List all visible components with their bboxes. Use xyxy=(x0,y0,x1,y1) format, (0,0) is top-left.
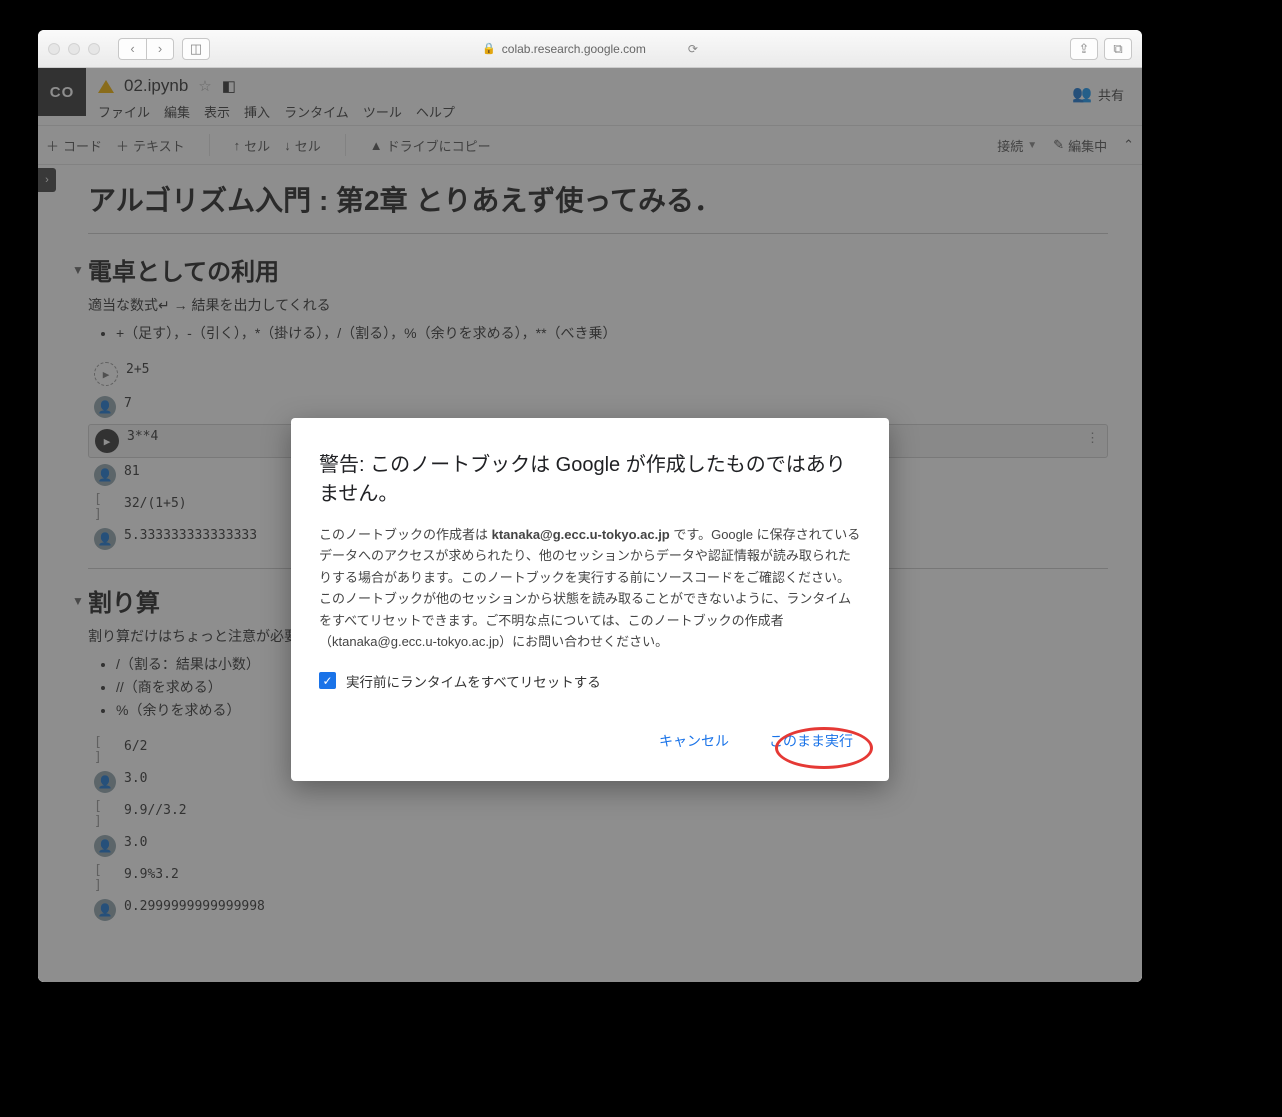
chevron-down-icon: ▼ xyxy=(72,263,84,277)
dialog-title: 警告: このノートブックは Google が作成したものではありません。 xyxy=(319,448,861,506)
move-icon[interactable]: ◧ xyxy=(222,77,236,95)
plus-icon: ＋ xyxy=(116,136,129,155)
reset-runtime-checkbox[interactable]: ✓ 実行前にランタイムをすべてリセットする xyxy=(319,671,861,691)
cancel-button[interactable]: キャンセル xyxy=(651,725,737,757)
user-icon: 👤 xyxy=(94,396,116,418)
add-text-button[interactable]: ＋テキスト xyxy=(116,134,185,156)
reload-icon[interactable]: ⟳ xyxy=(688,42,698,56)
operator-list: +（足す），-（引く），*（掛ける），/（割る），%（余りを求める），**（べき… xyxy=(116,323,1108,343)
collapse-header-button[interactable]: ⌃ xyxy=(1123,137,1134,153)
prompt-brackets: [ ] xyxy=(94,803,116,825)
editing-button[interactable]: ✎編集中 xyxy=(1053,136,1107,155)
menu-bar: ファイル 編集 表示 挿入 ランタイム ツール ヘルプ xyxy=(98,102,455,121)
people-icon: 👥 xyxy=(1072,84,1092,104)
prompt-brackets: [ ] xyxy=(94,496,116,518)
arrow-down-icon: ↓ xyxy=(284,138,291,153)
add-code-button[interactable]: ＋コード xyxy=(46,134,102,156)
prompt-brackets: [ ] xyxy=(94,867,116,889)
chevron-up-icon: ⌃ xyxy=(1123,137,1134,153)
menu-view[interactable]: 表示 xyxy=(204,102,230,121)
back-button[interactable]: ‹ xyxy=(118,38,146,60)
copy-to-drive-button[interactable]: ▲ドライブにコピー xyxy=(370,134,491,156)
code-cell[interactable]: [ ]9.9%3.2 xyxy=(88,863,1108,893)
maximize-window-button[interactable] xyxy=(88,43,100,55)
sidebar-toggle[interactable]: › xyxy=(38,168,56,192)
star-icon[interactable]: ☆ xyxy=(198,77,211,95)
user-icon: 👤 xyxy=(94,528,116,550)
url-text: colab.research.google.com xyxy=(502,42,646,56)
menu-edit[interactable]: 編集 xyxy=(164,102,190,121)
pencil-icon: ✎ xyxy=(1053,137,1064,153)
share-button[interactable]: 👥 共有 xyxy=(1072,84,1124,104)
section1-heading[interactable]: ▼電卓としての利用 xyxy=(72,252,1108,287)
run-anyway-button[interactable]: このまま実行 xyxy=(761,725,861,757)
dialog-body: このノートブックの作成者は ktanaka@g.ecc.u-tokyo.ac.j… xyxy=(319,524,861,653)
user-icon: 👤 xyxy=(94,835,116,857)
chevron-down-icon: ▼ xyxy=(1027,140,1037,151)
tabs-button[interactable]: ⧉ xyxy=(1104,38,1132,60)
sidebar-button[interactable]: ◫ xyxy=(182,38,210,60)
run-button[interactable]: ▶ xyxy=(95,429,119,453)
browser-window: ‹ › ◫ 🔒 colab.research.google.com ⟳ ⇪ ⧉ … xyxy=(38,30,1142,982)
drive-icon xyxy=(98,80,114,93)
menu-help[interactable]: ヘルプ xyxy=(416,102,455,121)
user-icon: 👤 xyxy=(94,771,116,793)
menu-file[interactable]: ファイル xyxy=(98,102,150,121)
page-title: アルゴリズム入門 : 第2章 とりあえず使ってみる． xyxy=(88,179,1108,234)
nav-buttons: ‹ › ◫ xyxy=(118,38,210,60)
section1-desc: 適当な数式↵ → 結果を出力してくれる xyxy=(88,295,1108,315)
cell-menu-button[interactable]: ⋮ xyxy=(1086,431,1099,446)
minimize-window-button[interactable] xyxy=(68,43,80,55)
menu-tools[interactable]: ツール xyxy=(363,102,402,121)
checkbox-checked-icon: ✓ xyxy=(319,672,336,689)
plus-icon: ＋ xyxy=(46,136,59,155)
notebook-title[interactable]: 02.ipynb xyxy=(124,76,188,96)
cell-down-button[interactable]: ↓セル xyxy=(284,134,321,156)
drive-small-icon: ▲ xyxy=(370,138,383,153)
browser-titlebar: ‹ › ◫ 🔒 colab.research.google.com ⟳ ⇪ ⧉ xyxy=(38,30,1142,68)
chevron-down-icon: ▼ xyxy=(72,594,84,608)
close-window-button[interactable] xyxy=(48,43,60,55)
traffic-lights xyxy=(48,43,100,55)
lock-icon: 🔒 xyxy=(482,42,496,55)
code-cell[interactable]: [ ]9.9//3.2 xyxy=(88,799,1108,829)
menu-runtime[interactable]: ランタイム xyxy=(284,102,349,121)
warning-dialog: 警告: このノートブックは Google が作成したものではありません。 このノ… xyxy=(291,418,889,781)
output-cell: 👤0.2999999999999998 xyxy=(88,895,1108,925)
connect-button[interactable]: 接続▼ xyxy=(997,136,1037,155)
share-button[interactable]: ⇪ xyxy=(1070,38,1098,60)
prompt-brackets: [ ] xyxy=(94,739,116,761)
output-cell: 👤3.0 xyxy=(88,831,1108,861)
user-icon: 👤 xyxy=(94,899,116,921)
address-bar[interactable]: 🔒 colab.research.google.com ⟳ xyxy=(482,42,698,56)
arrow-up-icon: ↑ xyxy=(234,138,241,153)
code-cell[interactable]: ▶2+5 xyxy=(88,358,1108,390)
colab-logo[interactable]: CO xyxy=(38,68,86,116)
user-icon: 👤 xyxy=(94,464,116,486)
menu-insert[interactable]: 挿入 xyxy=(244,102,270,121)
toolbar: ＋コード ＋テキスト ↑セル ↓セル ▲ドライブにコピー 接続▼ ✎編集中 ⌃ xyxy=(38,125,1142,165)
cell-up-button[interactable]: ↑セル xyxy=(234,134,271,156)
forward-button[interactable]: › xyxy=(146,38,174,60)
run-button[interactable]: ▶ xyxy=(94,362,118,386)
